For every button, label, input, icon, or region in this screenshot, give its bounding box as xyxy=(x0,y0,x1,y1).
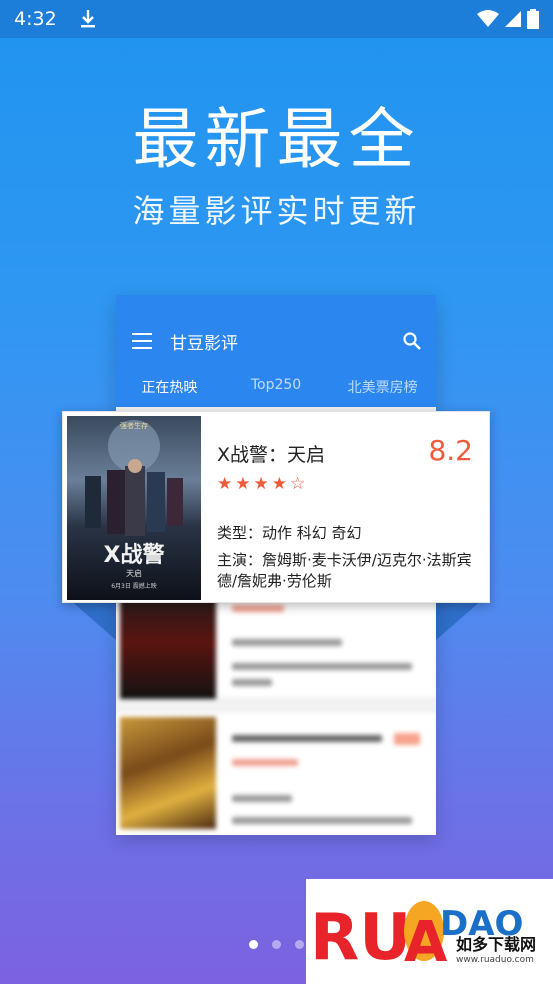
list-item xyxy=(116,713,436,835)
download-icon xyxy=(79,9,97,29)
status-icons xyxy=(477,9,539,29)
card-shadow-right xyxy=(436,600,482,640)
poster-subtitle: 天启 xyxy=(126,568,142,578)
movie-score: 8.2 xyxy=(428,434,473,467)
movie-title: X战警：天启 xyxy=(217,444,326,466)
hero-title: 最新最全 xyxy=(132,101,421,178)
app-bar: 甘豆影评 正在热映 Top250 北美票房榜 xyxy=(116,295,436,407)
status-time: 4:32 xyxy=(14,8,57,30)
star-rating: ★★★★☆ xyxy=(217,474,309,494)
tab-bar: 正在热映 Top250 北美票房榜 xyxy=(116,375,436,407)
watermark-text: 如多下载网 xyxy=(456,935,537,954)
poster-title: X战警 xyxy=(104,543,165,568)
card-shadow-left xyxy=(70,600,116,640)
tab-now-showing[interactable]: 正在热映 xyxy=(116,375,223,407)
tab-top250[interactable]: Top250 xyxy=(223,375,330,407)
svg-text:RU: RU xyxy=(310,901,411,975)
wifi-icon xyxy=(477,10,499,27)
list-item xyxy=(116,587,436,699)
watermark-url: www.ruaduo.com xyxy=(456,955,534,965)
app-title: 甘豆影评 xyxy=(170,334,238,354)
search-icon[interactable] xyxy=(402,331,422,351)
menu-icon[interactable] xyxy=(132,333,152,349)
movie-poster: 强者生存 X战警 天启 6月3日 震撼上映 xyxy=(67,416,201,600)
battery-icon xyxy=(527,9,539,29)
featured-movie-card[interactable]: 强者生存 X战警 天启 6月3日 震撼上映 X战警：天启 8.2 ★★★★☆ 类… xyxy=(62,411,490,603)
movie-cast: 主演：詹姆斯·麦卡沃伊/迈克尔·法斯宾德/詹妮弗·劳伦斯 xyxy=(217,551,472,590)
poster-release: 6月3日 震撼上映 xyxy=(111,582,157,590)
watermark-logo: RU A DAO 如多下载网 www.ruaduo.com xyxy=(306,879,553,984)
status-bar: 4:32 xyxy=(0,0,553,38)
tab-box-office[interactable]: 北美票房榜 xyxy=(329,375,436,407)
signal-icon xyxy=(505,11,521,27)
movie-genre: 类型：动作 科幻 奇幻 xyxy=(217,524,362,542)
page-dot[interactable] xyxy=(295,940,304,949)
poster-tagline: 强者生存 xyxy=(120,421,148,430)
page-dot[interactable] xyxy=(249,940,258,949)
hero-subtitle: 海量影评实时更新 xyxy=(132,192,421,230)
page-dot[interactable] xyxy=(272,940,281,949)
